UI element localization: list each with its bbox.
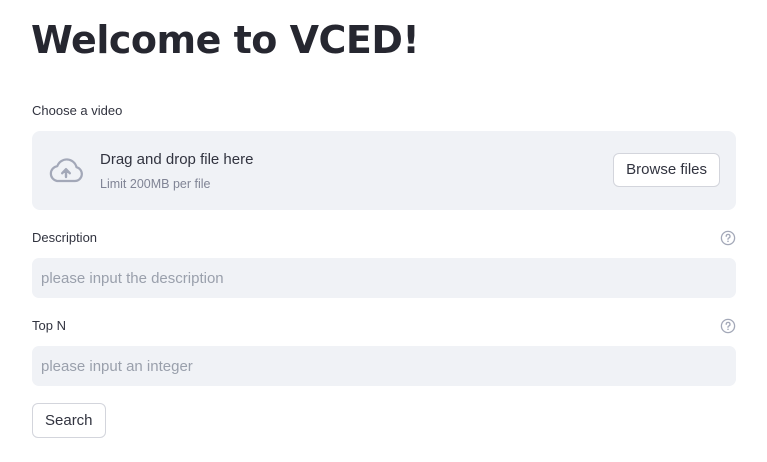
description-help-icon[interactable] <box>720 230 736 246</box>
top-n-input[interactable] <box>32 346 736 386</box>
description-input[interactable] <box>32 258 736 298</box>
page-title: Welcome to VCED! <box>31 18 420 62</box>
top-n-help-icon[interactable] <box>720 318 736 334</box>
app-page: Welcome to VCED! Choose a video Drag and… <box>0 0 767 462</box>
browse-files-button[interactable]: Browse files <box>613 153 720 187</box>
file-dropzone[interactable]: Drag and drop file here Limit 200MB per … <box>32 131 736 210</box>
search-button[interactable]: Search <box>32 403 106 438</box>
dropzone-size-limit: Limit 200MB per file <box>100 177 211 191</box>
dropzone-instructions: Drag and drop file here <box>100 151 254 168</box>
video-uploader-label: Choose a video <box>32 103 123 118</box>
top-n-label: Top N <box>32 318 66 333</box>
cloud-upload-icon <box>49 158 83 183</box>
description-label: Description <box>32 230 98 245</box>
